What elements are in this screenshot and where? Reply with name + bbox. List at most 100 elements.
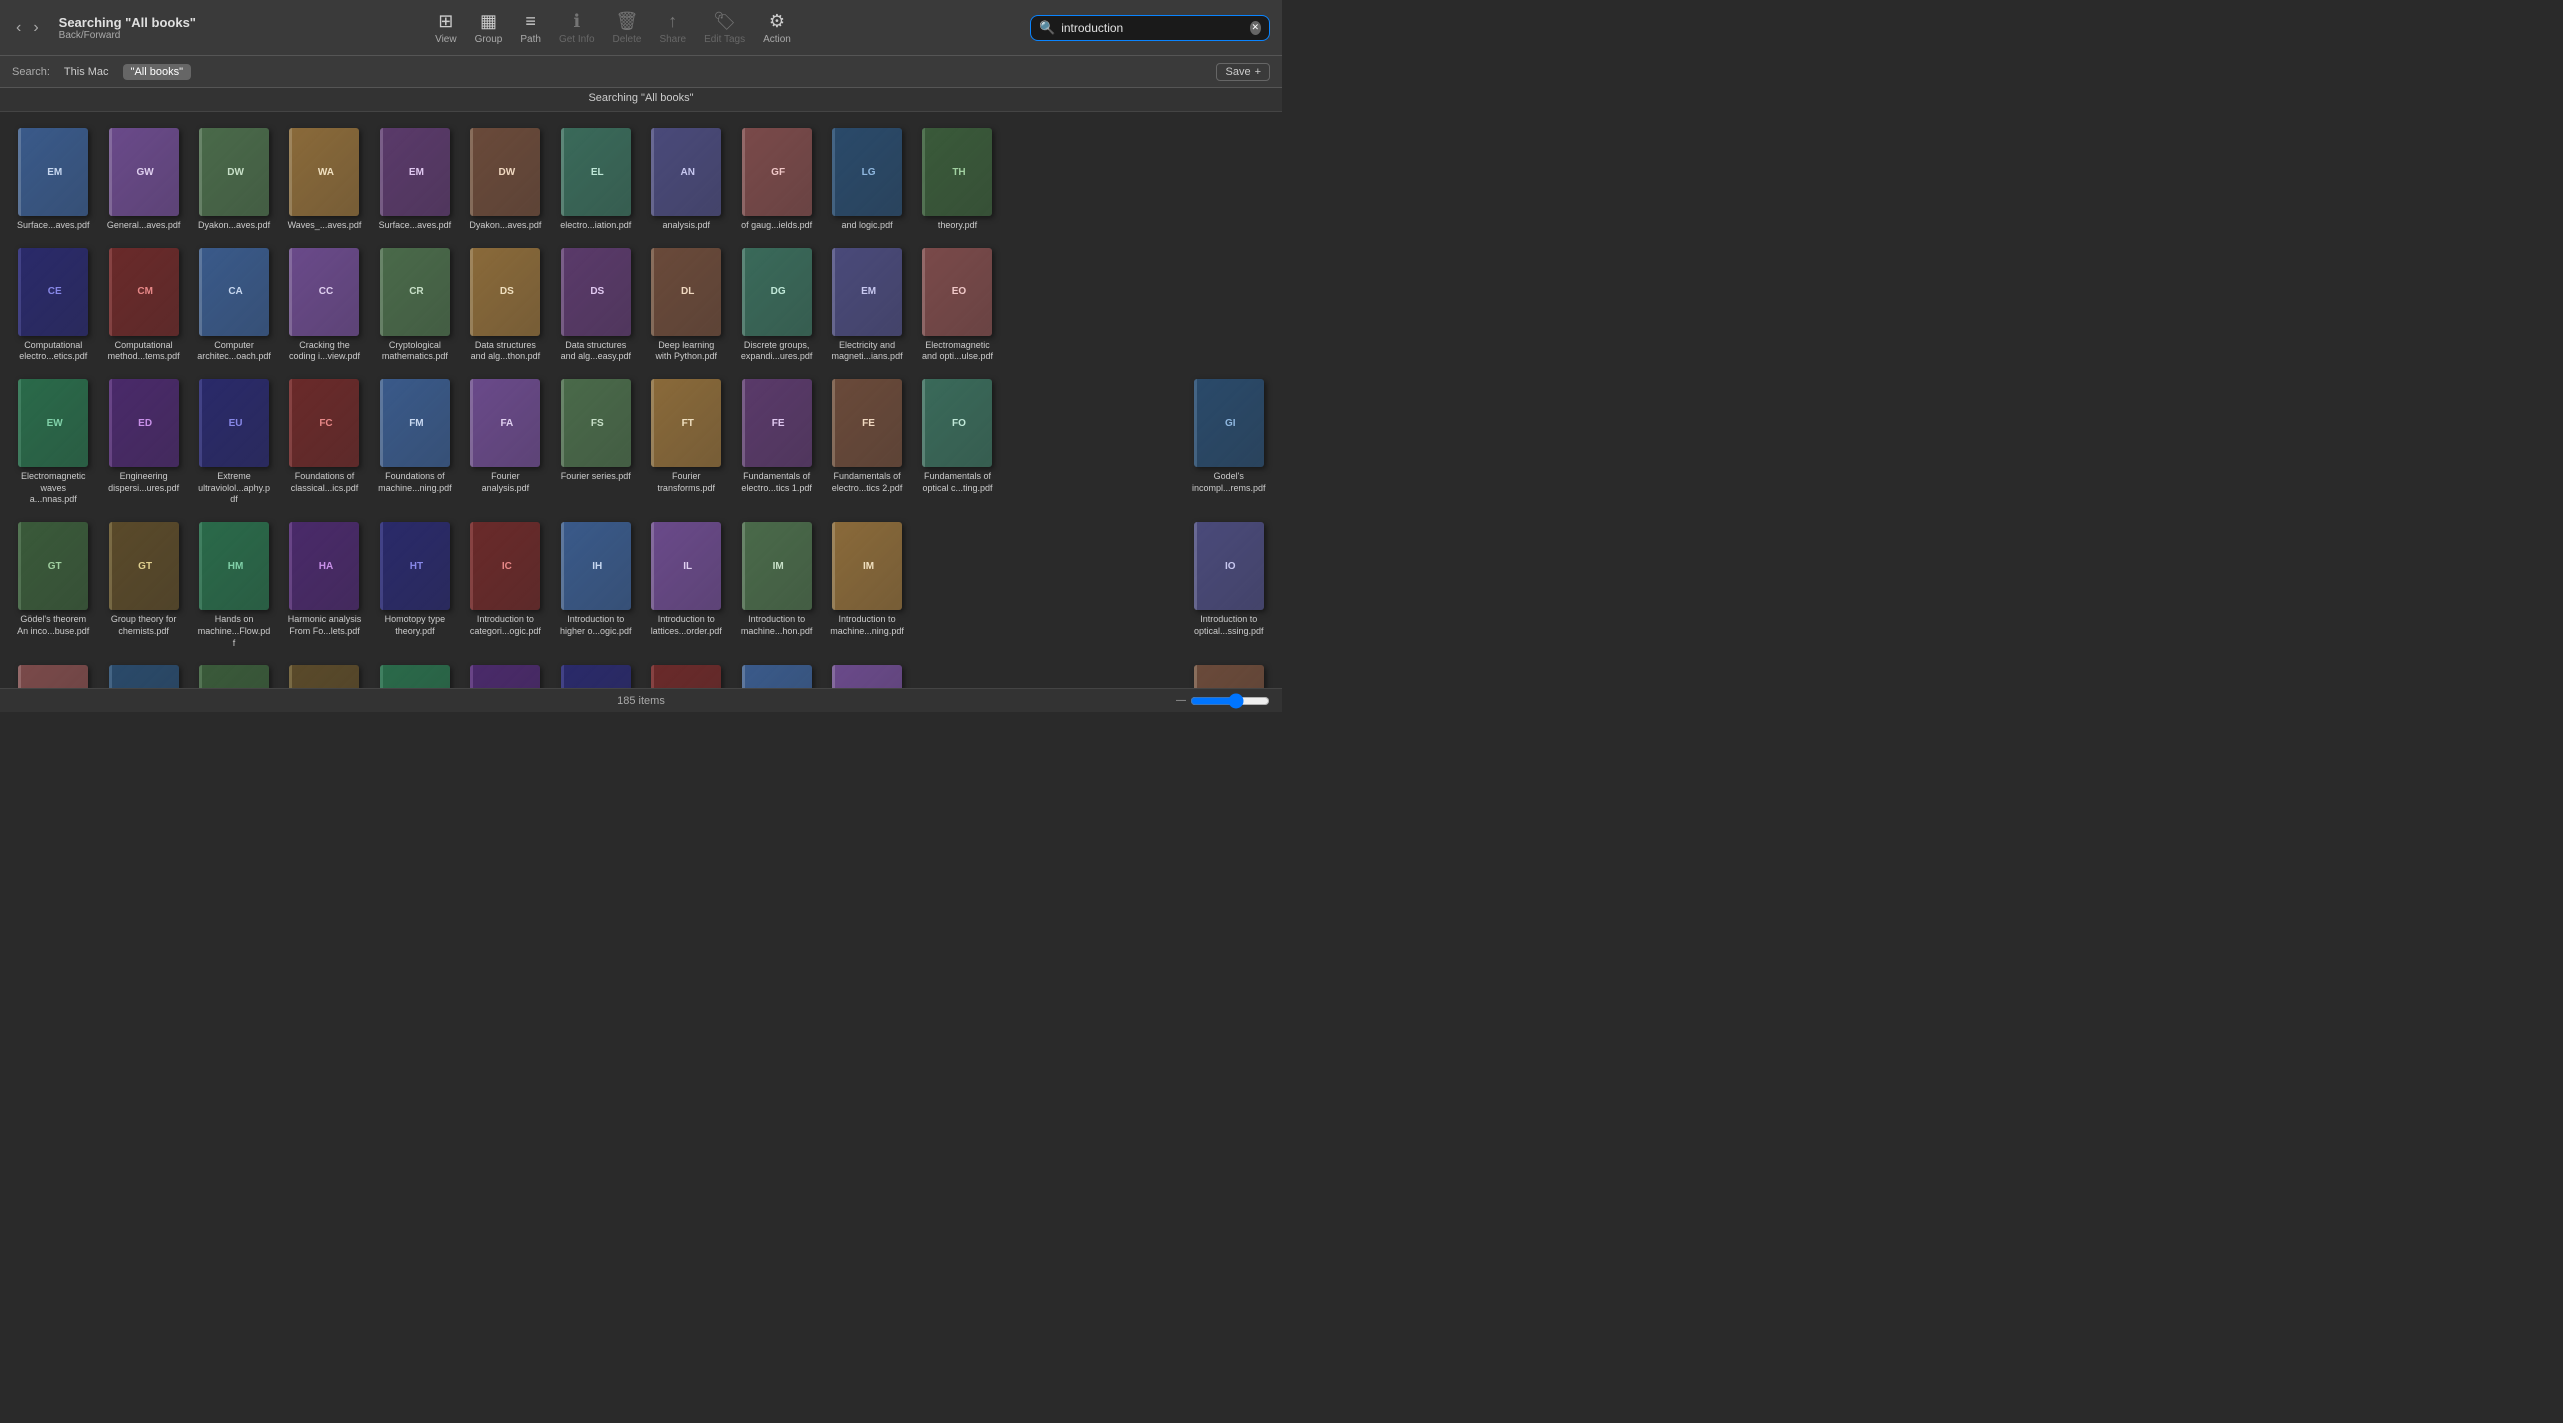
book-title: Hands on machine...Flow.pdf <box>197 614 271 649</box>
edit-tags-button[interactable]: 🏷 Edit Tags <box>704 11 745 45</box>
zoom-slider[interactable]: — <box>1176 693 1270 709</box>
list-item[interactable]: EMSurface...aves.pdf <box>12 124 94 236</box>
list-item[interactable]: HMHands on machine...Flow.pdf <box>193 518 275 653</box>
list-item[interactable]: ILIntroduction to lattices...order.pdf <box>645 518 727 653</box>
list-item[interactable]: ICIntroduction to categori...ogic.pdf <box>464 518 546 653</box>
get-info-button[interactable]: ℹ Get Info <box>559 11 595 45</box>
list-item[interactable]: LNLinear and nonlinea...tion.pdf <box>464 661 546 688</box>
list-item[interactable] <box>1007 661 1089 688</box>
list-item[interactable]: EDEngineering dispersi...ures.pdf <box>102 375 184 510</box>
list-item[interactable] <box>1097 244 1179 367</box>
list-item[interactable] <box>1188 124 1270 236</box>
list-item[interactable]: LTLattice theory foundation.pdf <box>283 661 365 688</box>
list-item[interactable]: EWElectromagnetic waves a...nnas.pdf <box>12 375 94 510</box>
list-item[interactable]: LCLearn to code by solving...rimer.pdf <box>374 661 456 688</box>
action-button[interactable]: ⚙ Action <box>763 11 791 45</box>
list-item[interactable]: FTFourier transforms.pdf <box>645 375 727 510</box>
list-item[interactable] <box>1097 518 1179 653</box>
list-item[interactable]: FEFundamentals of electro...tics 2.pdf <box>826 375 908 510</box>
forward-button[interactable]: › <box>29 17 42 39</box>
plus-icon: + <box>1255 66 1261 78</box>
list-item[interactable]: HAHarmonic analysis From Fo...lets.pdf <box>283 518 365 653</box>
list-item[interactable]: ELelectro...iation.pdf <box>555 124 637 236</box>
list-item[interactable]: FCFoundations of classical...ics.pdf <box>283 375 365 510</box>
list-item[interactable] <box>1007 375 1089 510</box>
list-item[interactable]: IOIntroduction to optical...ssing.pdf <box>1188 518 1270 653</box>
list-item[interactable]: MMMath methods <box>1188 661 1270 688</box>
list-item[interactable]: EOElectromagnetic and opti...ulse.pdf <box>916 244 998 367</box>
book-cover: LN <box>561 665 631 688</box>
list-item[interactable]: CCCracking the coding i...view.pdf <box>283 244 365 367</box>
list-item[interactable] <box>1007 518 1089 653</box>
view-label: View <box>435 34 457 45</box>
list-item[interactable] <box>1097 661 1179 688</box>
share-button[interactable]: ↑ Share <box>659 11 686 45</box>
search-box[interactable]: 🔍 ✕ <box>1030 15 1270 41</box>
list-item[interactable]: IHIntroduction to higher o...ogic.pdf <box>555 518 637 653</box>
list-item[interactable]: THtheory.pdf <box>916 124 998 236</box>
book-title: Homotopy type theory.pdf <box>378 614 452 637</box>
path-button[interactable]: ≡ Path <box>520 11 541 45</box>
list-item[interactable]: IMIntroduction to machine...ning.pdf <box>826 518 908 653</box>
list-item[interactable]: EMElectricity and magneti...ians.pdf <box>826 244 908 367</box>
zoom-range-input[interactable] <box>1190 693 1270 709</box>
list-item[interactable]: LNLinear and nonlinea...ves.pdf <box>555 661 637 688</box>
list-item[interactable]: HTHomotopy type theory.pdf <box>374 518 456 653</box>
list-item[interactable]: GWGeneral...aves.pdf <box>102 124 184 236</box>
path-label: Path <box>520 34 541 45</box>
list-item[interactable]: LSLogic and structure.pdf <box>645 661 727 688</box>
list-item[interactable]: DSData structures and alg...easy.pdf <box>555 244 637 367</box>
list-item[interactable]: GIGodel's incompl...rems.pdf <box>1188 375 1270 510</box>
list-item[interactable]: GFof gaug...ields.pdf <box>735 124 817 236</box>
list-item[interactable]: IAInverse acoustic and ele...heory.pdf <box>193 661 275 688</box>
list-item[interactable] <box>1188 244 1270 367</box>
book-title: Introduction to machine...ning.pdf <box>830 614 904 637</box>
this-mac-button[interactable]: This Mac <box>58 64 115 80</box>
list-item[interactable]: GTGödel's theorem An inco...buse.pdf <box>12 518 94 653</box>
list-item[interactable]: FAFourier analysis.pdf <box>464 375 546 510</box>
action-label: Action <box>763 34 791 45</box>
list-item[interactable]: GTGroup theory for chemists.pdf <box>102 518 184 653</box>
view-button[interactable]: ⊞ View <box>435 11 457 45</box>
list-item[interactable] <box>1007 124 1089 236</box>
list-item[interactable]: ANanalysis.pdf <box>645 124 727 236</box>
group-button[interactable]: ▦ Group <box>475 11 503 45</box>
list-item[interactable]: MFMathematical foundati...eory.pdf <box>826 661 908 688</box>
back-button[interactable]: ‹ <box>12 17 25 39</box>
list-item[interactable]: DSData structures and alg...thon.pdf <box>464 244 546 367</box>
list-item[interactable]: EMSurface...aves.pdf <box>374 124 456 236</box>
list-item[interactable]: FOFundamentals of optical c...ting.pdf <box>916 375 998 510</box>
list-item[interactable]: ITIntroduction to the theo...tion.pdf <box>12 661 94 688</box>
list-item[interactable]: IMIntroductory modal logic.pdf <box>102 661 184 688</box>
list-item[interactable]: FSFourier series.pdf <box>555 375 637 510</box>
grid-container[interactable]: EMSurface...aves.pdfGWGeneral...aves.pdf… <box>0 112 1282 688</box>
delete-button[interactable]: 🗑 Delete <box>613 11 642 45</box>
list-item[interactable]: WAWaves_...aves.pdf <box>283 124 365 236</box>
list-item[interactable]: DWDyakon...aves.pdf <box>193 124 275 236</box>
list-item[interactable] <box>916 661 998 688</box>
list-item[interactable]: LGand logic.pdf <box>826 124 908 236</box>
list-item[interactable]: MLMachine learning A Bayesi...nce.pdf <box>735 661 817 688</box>
list-item[interactable]: DLDeep learning with Python.pdf <box>645 244 727 367</box>
list-item[interactable]: CEComputational electro...etics.pdf <box>12 244 94 367</box>
list-item[interactable]: CMComputational method...tems.pdf <box>102 244 184 367</box>
list-item[interactable]: DWDyakon...aves.pdf <box>464 124 546 236</box>
search-input[interactable] <box>1061 21 1243 35</box>
list-item[interactable] <box>916 518 998 653</box>
book-cover: IM <box>109 665 179 688</box>
list-item[interactable]: FEFundamentals of electro...tics 1.pdf <box>735 375 817 510</box>
list-item[interactable]: EUExtreme ultraviolol...aphy.pdf <box>193 375 275 510</box>
list-item[interactable] <box>1097 375 1179 510</box>
search-clear-button[interactable]: ✕ <box>1250 21 1262 35</box>
list-item[interactable]: CAComputer architec...oach.pdf <box>193 244 275 367</box>
all-books-scope[interactable]: "All books" <box>123 64 191 80</box>
list-item[interactable]: FMFoundations of machine...ning.pdf <box>374 375 456 510</box>
list-item[interactable]: IMIntroduction to machine...hon.pdf <box>735 518 817 653</box>
list-item[interactable]: DGDiscrete groups, expandi...ures.pdf <box>735 244 817 367</box>
book-cover: EU <box>199 379 269 467</box>
list-item[interactable] <box>1007 244 1089 367</box>
save-button[interactable]: Save + <box>1216 63 1270 81</box>
list-item[interactable] <box>1097 124 1179 236</box>
list-item[interactable]: CRCryptological mathematics.pdf <box>374 244 456 367</box>
book-title: Surface...aves.pdf <box>17 220 90 232</box>
